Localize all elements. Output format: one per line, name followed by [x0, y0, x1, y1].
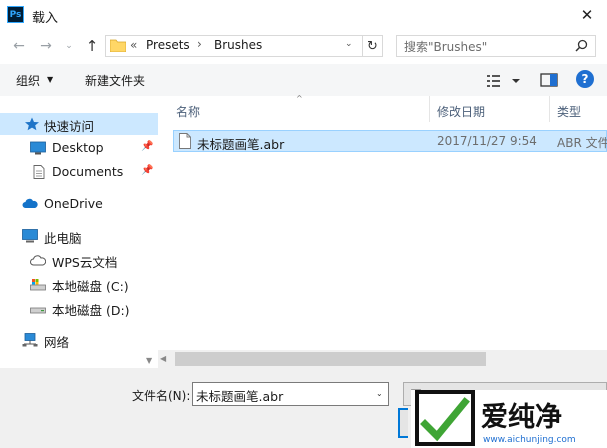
nav-item-label: 网络 [44, 335, 70, 350]
recent-locations-chevron-icon[interactable]: ⌄ [63, 37, 75, 55]
nav-item-wps-cloud[interactable]: WPS云文档 [0, 249, 158, 271]
window-title: 载入 [32, 11, 59, 26]
nav-item-label: 本地磁盘 (D:) [52, 303, 130, 318]
open-button[interactable] [398, 408, 408, 438]
nav-item-this-pc[interactable]: 此电脑 [0, 225, 158, 247]
breadcrumb-overflow-icon[interactable]: « [130, 38, 137, 52]
nav-item-drive-c[interactable]: 本地磁盘 (C:) [0, 273, 158, 295]
back-arrow-icon[interactable]: ← [10, 37, 28, 55]
filename-label: 文件名(N): [132, 389, 191, 403]
svg-text:爱纯净: 爱纯净 [481, 401, 562, 433]
sort-ascending-icon: ^ [296, 94, 303, 103]
search-placeholder: 搜索"Brushes" [404, 40, 488, 54]
forward-arrow-icon[interactable]: → [37, 37, 55, 55]
nav-item-network[interactable]: 网络 [0, 329, 158, 351]
svg-text:www.aichunjing.com: www.aichunjing.com [483, 435, 576, 445]
refresh-icon[interactable]: ↻ [363, 35, 383, 57]
organize-dropdown-icon[interactable]: ▼ [47, 75, 53, 84]
scrollbar-thumb[interactable] [175, 352, 486, 366]
nav-item-label: 此电脑 [44, 231, 82, 246]
aichunjing-watermark-logo: 爱纯净 www.aichunjing.com [411, 390, 607, 448]
drive-icon [30, 307, 46, 314]
filename-dropdown-icon[interactable]: ⌄ [376, 389, 383, 398]
file-modified-date: 2017/11/27 9:54 [437, 134, 537, 148]
file-icon [179, 133, 191, 149]
folder-icon [110, 39, 126, 52]
new-folder-button[interactable]: 新建文件夹 [85, 72, 145, 89]
nav-item-drive-d[interactable]: 本地磁盘 (D:) [0, 297, 158, 319]
breadcrumb-brushes[interactable]: Brushes [214, 38, 262, 52]
help-icon[interactable]: ? [576, 70, 594, 88]
column-header-type[interactable]: 类型 [557, 103, 581, 120]
desktop-icon [30, 141, 46, 155]
nav-item-label: WPS云文档 [52, 255, 118, 270]
breadcrumb-separator-icon[interactable]: › [197, 37, 202, 51]
nav-item-onedrive[interactable]: OneDrive [0, 193, 158, 215]
nav-item-documents[interactable]: Documents 📌 [0, 161, 158, 183]
network-icon [22, 333, 38, 347]
organize-button[interactable]: 组织 [16, 72, 40, 89]
nav-item-label: Documents [52, 164, 124, 179]
view-options-icon[interactable] [486, 72, 522, 90]
nav-item-label: 快速访问 [44, 119, 95, 134]
column-header-name[interactable]: 名称 [176, 103, 200, 120]
column-divider[interactable] [549, 96, 550, 122]
column-divider[interactable] [429, 96, 430, 122]
scroll-left-icon[interactable]: ◀ [160, 354, 166, 363]
address-dropdown-icon[interactable]: ⌄ [345, 39, 353, 49]
search-icon[interactable] [575, 39, 588, 52]
nav-item-desktop[interactable]: Desktop 📌 [0, 137, 158, 159]
file-name: 未标题画笔.abr [197, 137, 285, 152]
filename-value: 未标题画笔.abr [196, 389, 284, 404]
nav-item-label: 本地磁盘 (C:) [52, 279, 129, 294]
documents-icon [33, 165, 45, 179]
nav-item-quick-access[interactable]: 快速访问 [0, 113, 158, 135]
title-bar [0, 0, 607, 31]
computer-icon [22, 229, 38, 243]
nav-scroll-down-icon[interactable]: ▼ [146, 356, 152, 365]
column-header-date[interactable]: 修改日期 [437, 103, 485, 120]
close-button[interactable]: ✕ [570, 3, 604, 27]
pin-icon: 📌 [141, 165, 154, 176]
star-icon [25, 117, 39, 131]
photoshop-app-icon: Ps [7, 6, 24, 23]
pin-icon: 📌 [141, 141, 154, 152]
cloud-icon [22, 198, 38, 208]
nav-item-label: OneDrive [44, 196, 103, 211]
preview-pane-icon[interactable] [540, 71, 558, 89]
nav-item-label: Desktop [52, 140, 104, 155]
up-arrow-icon[interactable]: ↑ [83, 37, 101, 55]
wps-cloud-icon [30, 255, 46, 266]
file-type: ABR 文件 [557, 136, 607, 150]
drive-icon [30, 279, 46, 291]
breadcrumb-presets[interactable]: Presets [146, 38, 190, 52]
